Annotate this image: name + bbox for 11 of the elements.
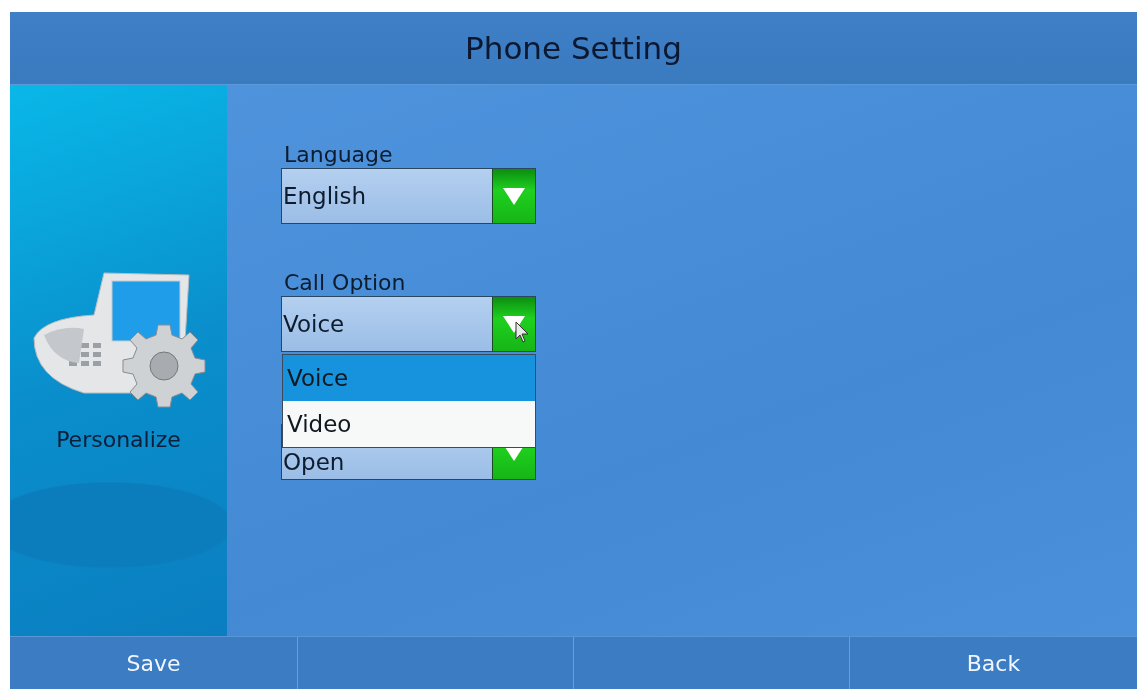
mouse-pointer-icon [515,321,529,343]
softkey-button[interactable]: Save [10,637,298,689]
dropdown[interactable]: Voice [281,296,536,352]
caret-icon [502,186,526,206]
field-label: Call Option [283,271,406,295]
sidebar-label: Personalize [56,427,181,452]
dropdown-option[interactable]: Voice [283,355,535,401]
softkey-button[interactable]: Back [850,637,1137,689]
field-label: Language [283,143,393,167]
window-title: Phone Setting [465,30,682,66]
dropdown[interactable]: English [281,168,536,224]
